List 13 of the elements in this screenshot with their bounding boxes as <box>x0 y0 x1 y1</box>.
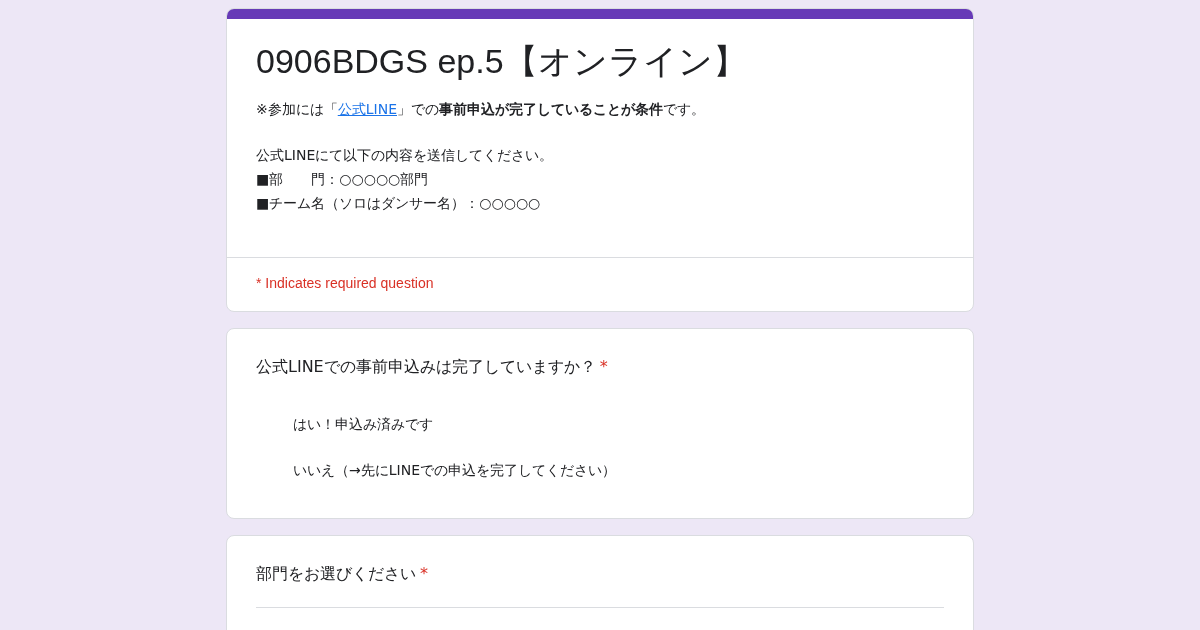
required-asterisk: * <box>420 564 428 583</box>
description-line: ■チーム名（ソロはダンサー名）：○○○○○ <box>256 194 542 213</box>
required-asterisk: * <box>599 357 608 376</box>
question-text: 部門をお選びください <box>256 564 416 585</box>
answer-option[interactable]: はい！申込み済みです <box>293 416 433 434</box>
question-text: 公式LINEでの事前申込みは完了していますか？ <box>256 357 596 378</box>
required-note: * Indicates required question <box>256 275 434 291</box>
answer-option[interactable]: いいえ（→先にLINEでの申込を完了してください） <box>293 462 616 480</box>
form-title: 0906BDGS ep.5【オンライン】 <box>256 41 748 82</box>
notice-text: ※参加には「公式LINE」での事前申込が完了していることが条件です。 <box>256 100 706 119</box>
description-line: 公式LINEにて以下の内容を送信してください。 <box>256 146 555 165</box>
description-line: ■部 門：○○○○○部門 <box>256 170 430 189</box>
line-link[interactable]: 公式LINE <box>337 101 397 117</box>
